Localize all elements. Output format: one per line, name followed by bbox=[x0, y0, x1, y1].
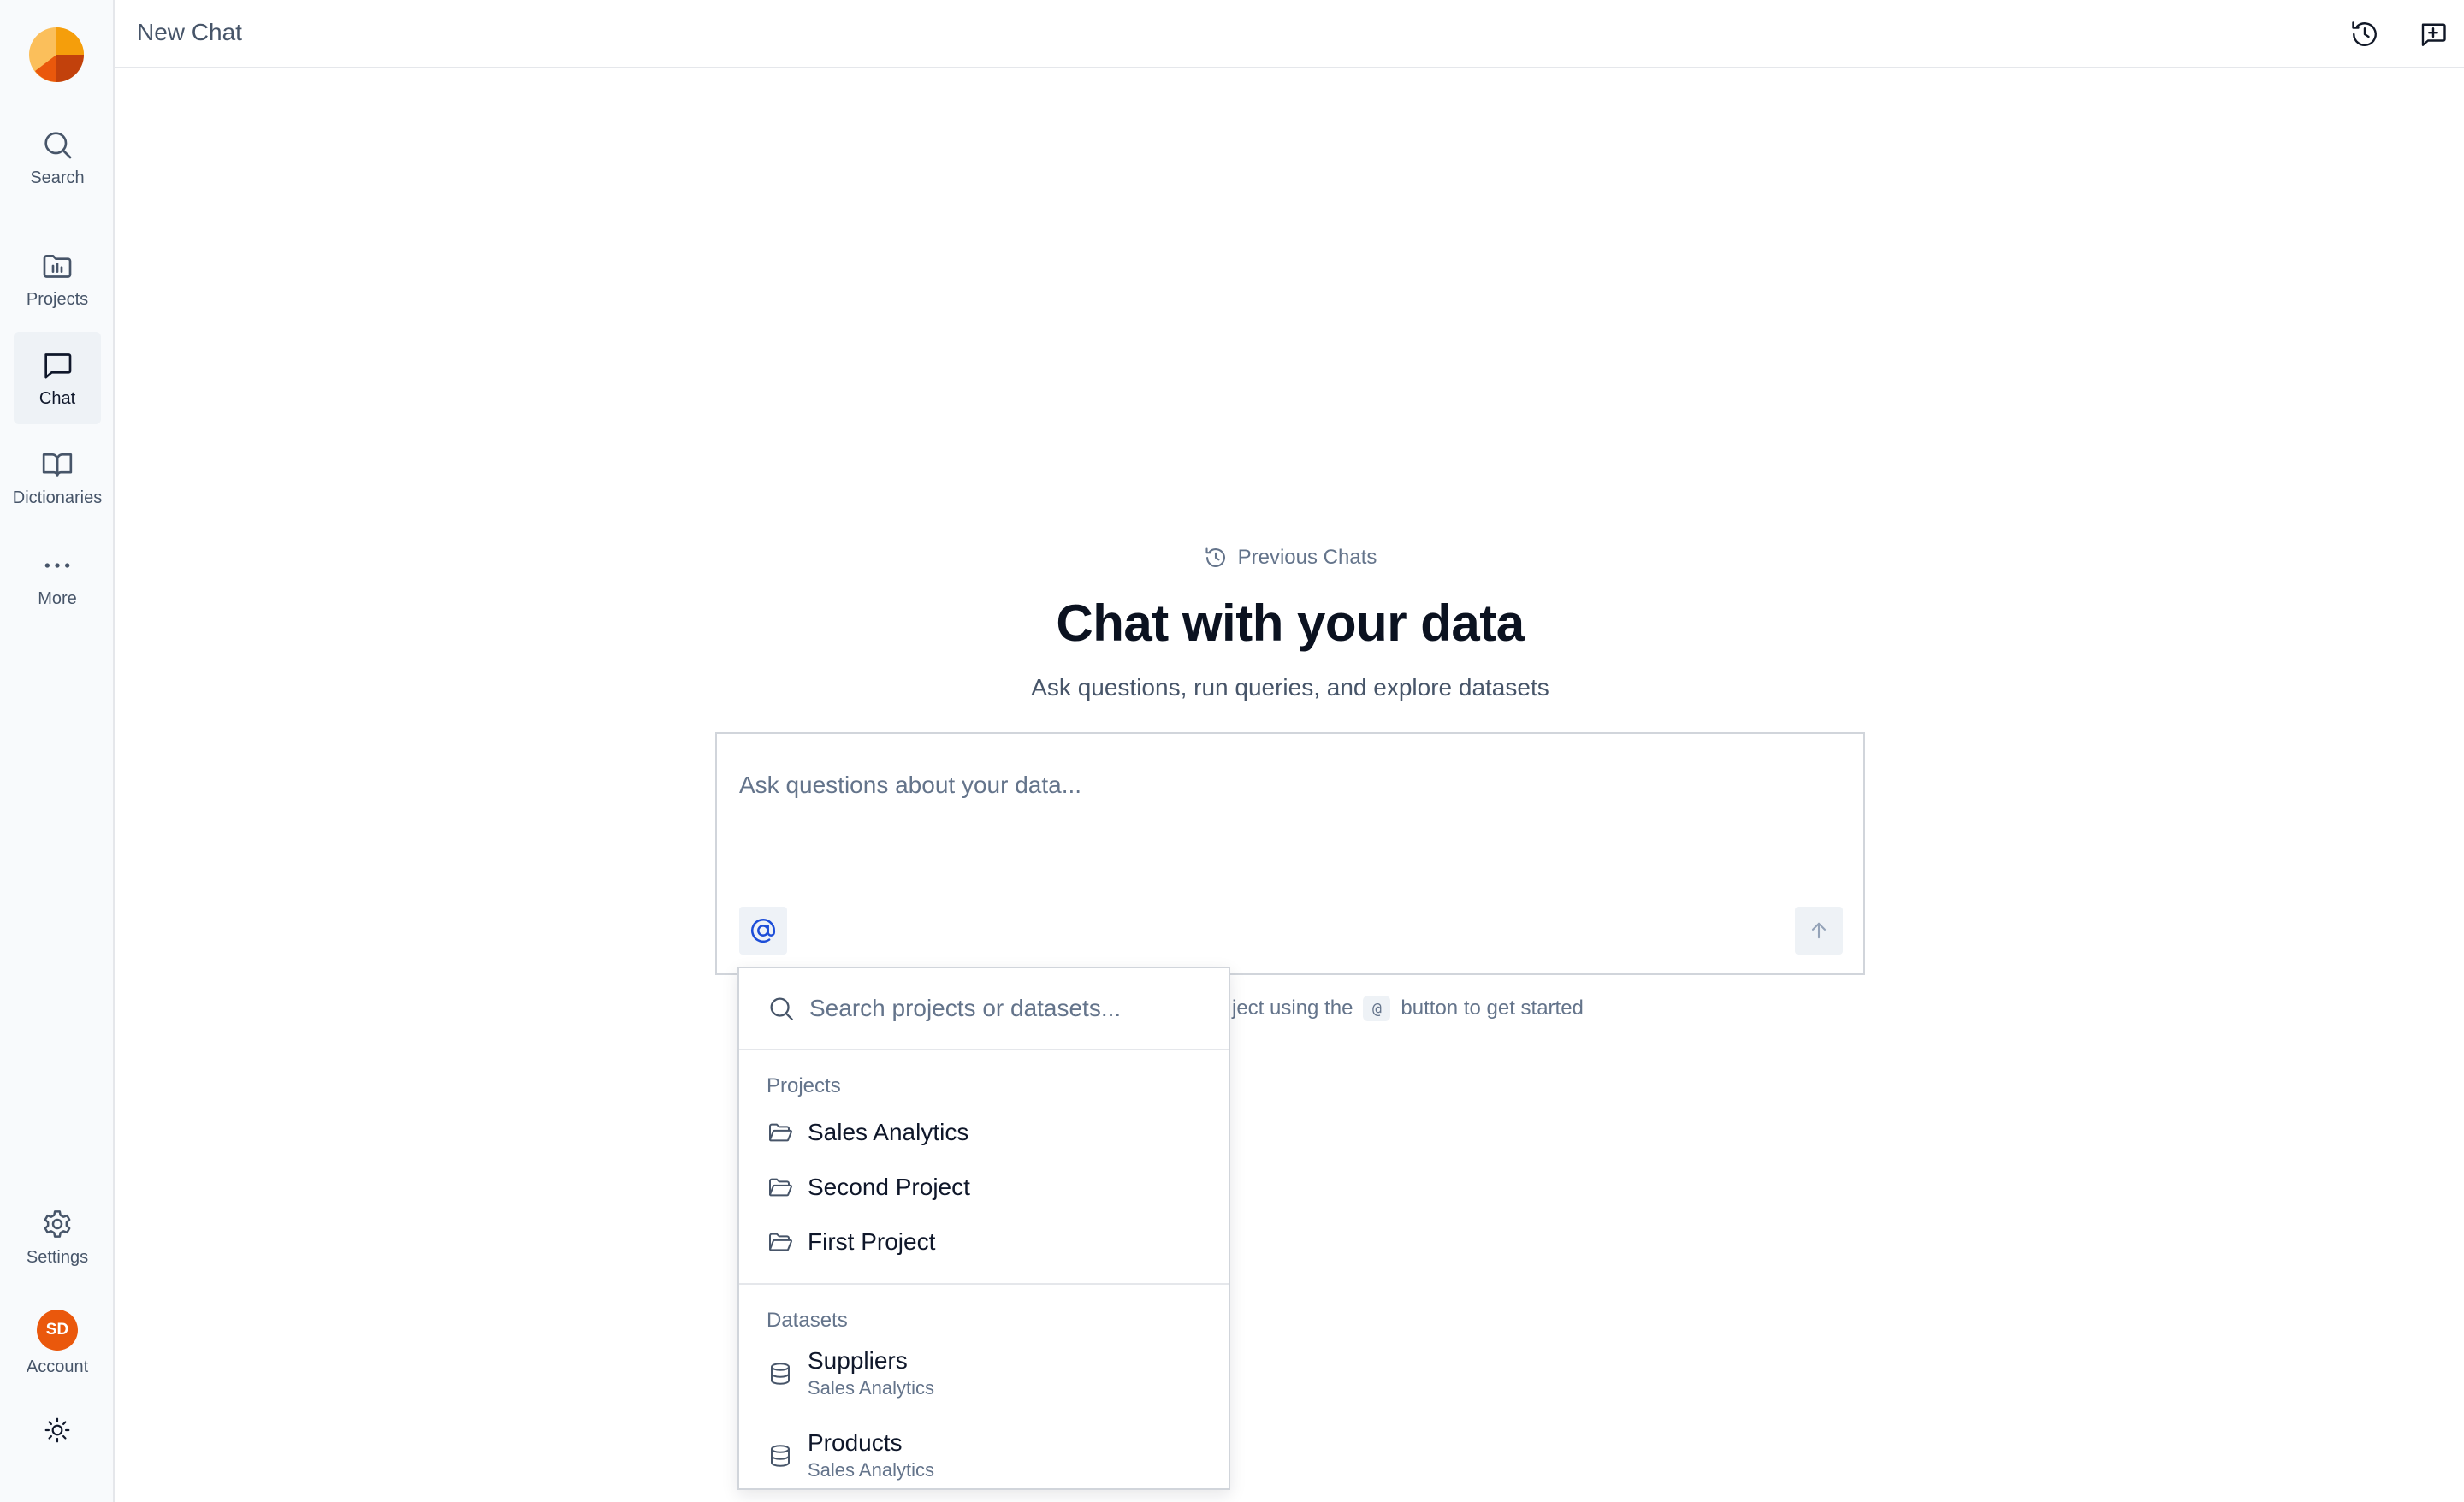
project-item[interactable]: Sales Analytics bbox=[739, 1105, 1229, 1160]
top-bar: New Chat bbox=[115, 0, 2464, 68]
datasets-section-label: Datasets bbox=[767, 1309, 848, 1332]
dataset-name: Suppliers bbox=[808, 1347, 908, 1374]
project-item-label: First Project bbox=[808, 1228, 936, 1255]
book-open-icon bbox=[42, 452, 73, 477]
app-window: Search Projects Chat Dictionaries More S… bbox=[0, 0, 2464, 1502]
hero-subtitle: Ask questions, run queries, and explore … bbox=[1031, 674, 1549, 701]
dropdown-search[interactable]: Search projects or datasets... bbox=[739, 968, 1229, 1050]
projects-section-label: Projects bbox=[767, 1074, 841, 1097]
search-icon bbox=[44, 131, 72, 158]
sidebar-item-chat[interactable]: Chat bbox=[14, 332, 101, 424]
new-chat-button[interactable] bbox=[2414, 15, 2452, 53]
sidebar-item-label: Projects bbox=[26, 289, 89, 309]
sidebar-item-label: Search bbox=[30, 168, 85, 187]
sidebar-item-dictionaries[interactable]: Dictionaries bbox=[12, 431, 103, 523]
hint-at-badge: @ bbox=[1363, 996, 1391, 1021]
dataset-item[interactable]: Suppliers Sales Analytics bbox=[739, 1333, 1229, 1415]
history-icon bbox=[1205, 547, 1225, 567]
sidebar-item-settings[interactable]: Settings bbox=[14, 1191, 101, 1283]
avatar: SD bbox=[37, 1309, 78, 1351]
mention-dropdown: Search projects or datasets... Projects … bbox=[737, 967, 1230, 1490]
hint-suffix: button to get started bbox=[1401, 996, 1584, 1020]
folder-open-icon bbox=[769, 1178, 792, 1197]
sidebar: Search Projects Chat Dictionaries More S… bbox=[0, 0, 115, 1502]
search-icon bbox=[770, 997, 793, 1020]
database-icon bbox=[771, 1445, 790, 1467]
mention-button[interactable] bbox=[739, 907, 787, 955]
dataset-project: Sales Analytics bbox=[808, 1459, 934, 1481]
database-icon bbox=[771, 1363, 790, 1385]
sidebar-item-label: Chat bbox=[38, 388, 76, 408]
arrow-up-icon bbox=[1811, 922, 1827, 939]
sidebar-item-projects[interactable]: Projects bbox=[14, 233, 101, 325]
sidebar-item-label: Account bbox=[26, 1357, 89, 1376]
project-item-label: Sales Analytics bbox=[808, 1119, 969, 1145]
dropdown-search-input[interactable]: Search projects or datasets... bbox=[809, 995, 1121, 1022]
project-item[interactable]: Second Project bbox=[739, 1160, 1229, 1215]
dataset-project: Sales Analytics bbox=[808, 1377, 934, 1399]
history-icon bbox=[2352, 21, 2377, 46]
hero-title: Chat with your data bbox=[1056, 594, 1525, 652]
sun-icon bbox=[44, 1417, 70, 1443]
new-chat-icon bbox=[2421, 23, 2446, 46]
dataset-item[interactable]: Products Sales Analytics bbox=[739, 1415, 1229, 1488]
previous-chats-label: Previous Chats bbox=[1237, 546, 1377, 569]
chat-history-button[interactable] bbox=[2346, 15, 2384, 53]
dataset-name: Products bbox=[808, 1429, 903, 1456]
project-item-label: Second Project bbox=[808, 1174, 970, 1200]
gear-icon bbox=[44, 1209, 71, 1238]
project-item[interactable]: First Project bbox=[739, 1215, 1229, 1269]
hint-prefix: ject using the bbox=[1232, 996, 1353, 1020]
hint-text: ject using the @ button to get started bbox=[1232, 996, 1584, 1021]
chat-bubble-icon bbox=[44, 352, 72, 378]
send-button[interactable] bbox=[1795, 907, 1843, 955]
sidebar-item-search[interactable]: Search bbox=[14, 111, 101, 204]
theme-toggle-button[interactable] bbox=[14, 1398, 101, 1463]
previous-chats-link[interactable]: Previous Chats bbox=[0, 546, 2464, 570]
sidebar-item-label: Dictionaries bbox=[12, 488, 103, 507]
sidebar-item-account[interactable]: SD Account bbox=[14, 1297, 101, 1389]
app-logo[interactable] bbox=[28, 27, 85, 83]
folder-chart-icon bbox=[43, 254, 72, 278]
page-title: New Chat bbox=[137, 19, 242, 45]
folder-open-icon bbox=[769, 1123, 792, 1142]
chat-composer: Ask questions about your data... bbox=[715, 732, 1865, 975]
chat-input[interactable]: Ask questions about your data... bbox=[739, 772, 1081, 799]
sidebar-item-label: Settings bbox=[26, 1247, 89, 1267]
folder-open-icon bbox=[769, 1233, 792, 1251]
at-sign-icon bbox=[751, 919, 776, 943]
